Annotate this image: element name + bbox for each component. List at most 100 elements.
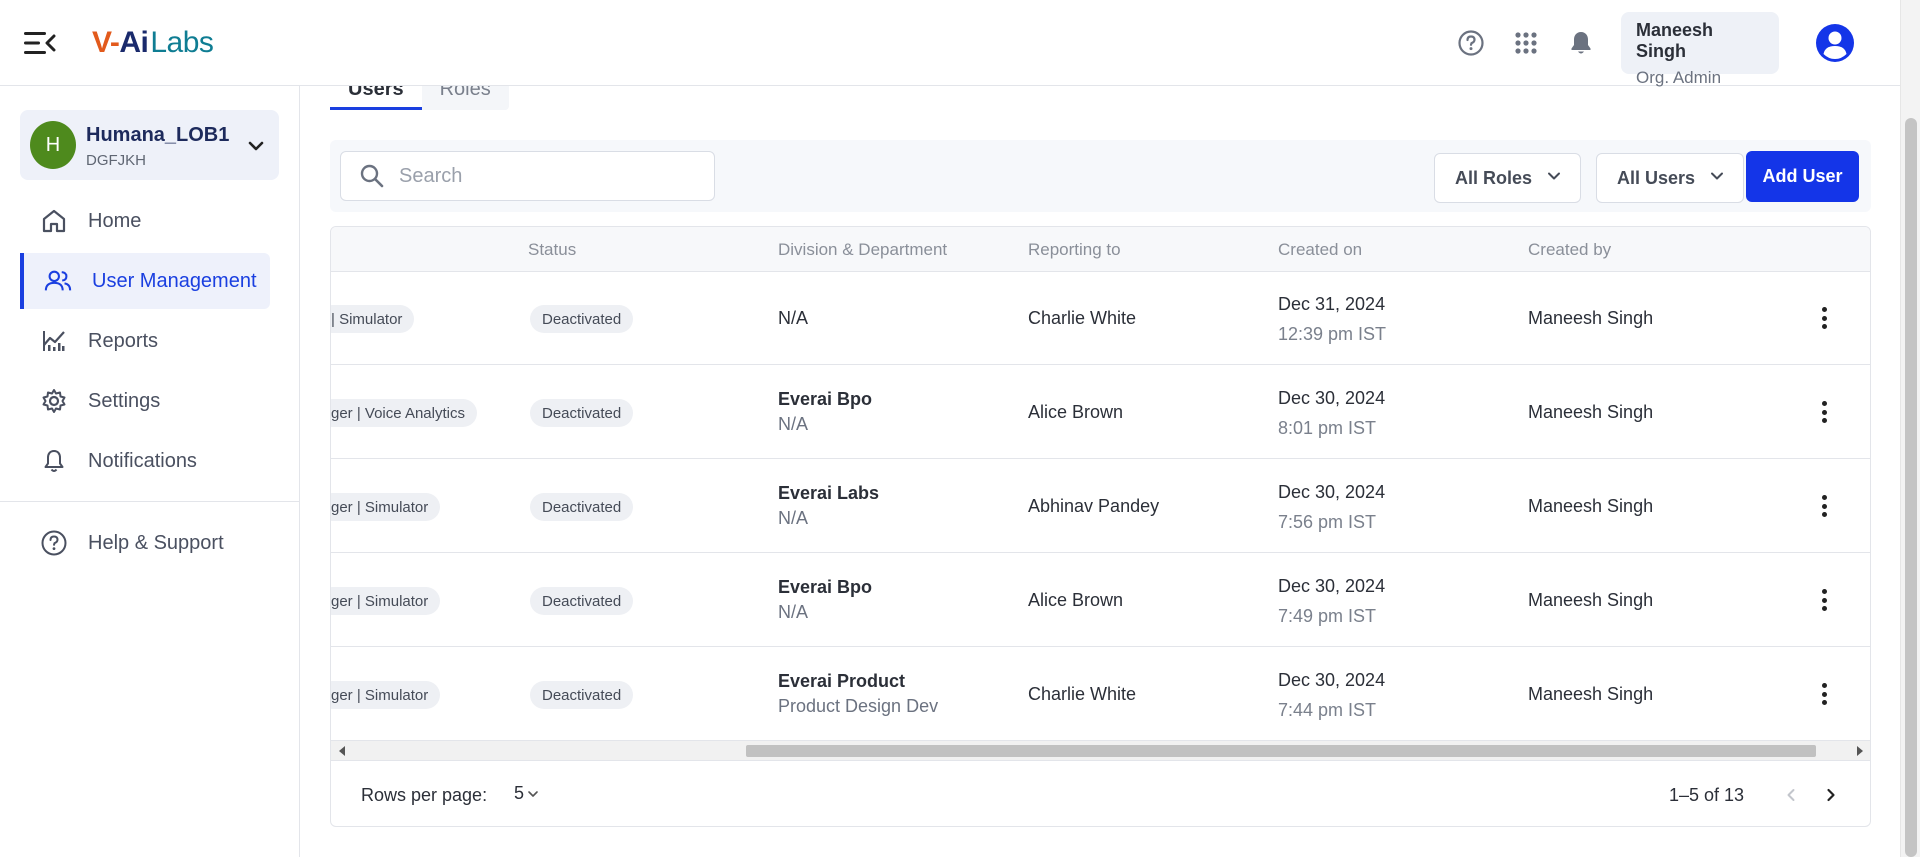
sidebar-item-label: Home (88, 209, 142, 232)
bell-icon (40, 447, 68, 475)
column-header-created-by[interactable]: Created by (1528, 240, 1611, 260)
reporting-cell: Charlie White (1028, 684, 1137, 704)
table-row[interactable]: ger | Voice Analytics Deactivated Everai… (331, 366, 1870, 459)
home-icon (40, 207, 68, 235)
sidebar-item-help[interactable]: Help & Support (20, 515, 270, 571)
sidebar-item-reports[interactable]: Reports (20, 313, 270, 369)
division-cell: Everai Bpo (778, 389, 873, 409)
account-circle-icon[interactable] (1815, 23, 1855, 63)
table-header: Status Division & Department Reporting t… (331, 227, 1870, 272)
created-by-cell: Maneesh Singh (1528, 496, 1654, 516)
sidebar-item-user-management[interactable]: User Management (20, 253, 270, 309)
sidebar-divider (0, 501, 299, 502)
division-cell: Everai Product (778, 671, 906, 691)
department-cell: Product Design Dev (778, 696, 939, 716)
org-code: DGFJKH (86, 152, 146, 169)
org-switcher[interactable]: H Humana_LOB1 DGFJKH (20, 110, 279, 180)
search-input[interactable] (399, 164, 699, 188)
table-row[interactable]: ger | Simulator Deactivated Everai Bpo N… (331, 554, 1870, 647)
previous-page-button[interactable] (1776, 780, 1806, 810)
role-pill: ger | Simulator (331, 681, 441, 709)
more-vert-icon[interactable] (1816, 492, 1832, 520)
sidebar-item-label: Help & Support (88, 531, 224, 554)
apps-grid-icon[interactable] (1511, 28, 1541, 58)
logo[interactable]: V-AiLabs (92, 18, 214, 68)
top-bar: V-AiLabs Maneesh Singh Org. Admin (0, 0, 1900, 87)
chevron-down-icon[interactable] (246, 136, 266, 156)
created-date: Dec 30, 2024 (1278, 670, 1386, 690)
created-by-cell: Maneesh Singh (1528, 402, 1654, 422)
column-header-created-on[interactable]: Created on (1278, 240, 1362, 260)
division-cell: Everai Bpo (778, 577, 873, 597)
next-page-button[interactable] (1816, 780, 1846, 810)
sidebar-item-label: Reports (88, 329, 159, 352)
status-badge: Deactivated (530, 399, 634, 427)
logo-part-v: V- (92, 26, 120, 59)
chevron-down-icon (526, 787, 540, 801)
user-name: Maneesh Singh (1636, 20, 1714, 61)
reports-icon (40, 327, 68, 355)
scroll-left-icon[interactable] (339, 746, 345, 756)
sidebar-item-notifications[interactable]: Notifications (20, 433, 270, 489)
search-icon (359, 163, 385, 189)
page-scrollbar[interactable] (1900, 0, 1920, 857)
org-avatar: H (30, 121, 76, 169)
add-user-button[interactable]: Add User (1746, 151, 1859, 202)
created-date: Dec 30, 2024 (1278, 388, 1386, 408)
more-vert-icon[interactable] (1816, 586, 1832, 614)
reporting-cell: Alice Brown (1028, 590, 1124, 610)
pagination: Rows per page: 5 1–5 of 13 (331, 762, 1870, 826)
table-horizontal-scrollbar[interactable] (331, 741, 1870, 761)
sidebar-item-home[interactable]: Home (20, 193, 270, 249)
role-pill: ger | Simulator (331, 493, 441, 521)
more-vert-icon[interactable] (1816, 304, 1832, 332)
logo-part-labs: Labs (150, 26, 214, 59)
created-by-cell: Maneesh Singh (1528, 590, 1654, 610)
table-scrollbar-thumb[interactable] (746, 745, 1816, 757)
users-filter-dropdown[interactable]: All Users (1596, 153, 1745, 203)
sidebar-item-label: Settings (88, 389, 161, 412)
bell-icon[interactable] (1566, 28, 1596, 58)
user-menu[interactable]: Maneesh Singh Org. Admin (1621, 12, 1779, 87)
help-icon[interactable] (1456, 28, 1486, 58)
created-time: 12:39 pm IST (1278, 324, 1387, 344)
created-time: 8:01 pm IST (1278, 418, 1377, 438)
reporting-cell: Abhinav Pandey (1028, 496, 1160, 516)
table-row[interactable]: ger | Simulator Deactivated Everai Produ… (331, 648, 1870, 741)
sidebar-item-label: User Management (92, 269, 257, 292)
page-scrollbar-thumb[interactable] (1905, 118, 1917, 857)
created-date: Dec 31, 2024 (1278, 294, 1386, 314)
rows-per-page-select[interactable]: 5 (514, 783, 540, 804)
column-header-status[interactable]: Status (528, 240, 576, 260)
sidebar-item-settings[interactable]: Settings (20, 373, 270, 429)
table-row[interactable]: ger | Simulator Deactivated Everai Labs … (331, 460, 1870, 553)
rows-per-page-value: 5 (514, 783, 525, 803)
more-vert-icon[interactable] (1816, 398, 1832, 426)
role-pill: | Simulator (331, 305, 415, 333)
scroll-right-icon[interactable] (1857, 746, 1863, 756)
users-table: Status Division & Department Reporting t… (330, 226, 1871, 827)
role-pill: ger | Voice Analytics (331, 399, 477, 427)
gear-icon (40, 387, 68, 415)
created-time: 7:56 pm IST (1278, 512, 1377, 532)
reporting-cell: Charlie White (1028, 308, 1137, 328)
chevron-down-icon (1709, 168, 1725, 189)
more-vert-icon[interactable] (1816, 680, 1832, 708)
table-row[interactable]: | Simulator Deactivated N/A Charlie Whit… (331, 272, 1870, 365)
users-icon (44, 267, 72, 295)
menu-collapse-icon[interactable] (24, 30, 56, 56)
department-cell: N/A (778, 414, 809, 434)
created-time: 7:49 pm IST (1278, 606, 1377, 626)
sidebar: H Humana_LOB1 DGFJKH Home User Managemen… (0, 86, 300, 857)
column-header-division[interactable]: Division & Department (778, 240, 947, 260)
users-filter-label: All Users (1617, 167, 1696, 188)
help-icon (40, 529, 68, 557)
roles-filter-dropdown[interactable]: All Roles (1434, 153, 1582, 203)
logo-part-ai: Ai (119, 26, 149, 59)
column-header-reporting[interactable]: Reporting to (1028, 240, 1121, 260)
roles-filter-label: All Roles (1455, 167, 1533, 188)
search-box[interactable] (340, 151, 715, 201)
role-pill: ger | Simulator (331, 587, 441, 615)
status-badge: Deactivated (530, 681, 634, 709)
org-name: Humana_LOB1 (86, 124, 230, 146)
